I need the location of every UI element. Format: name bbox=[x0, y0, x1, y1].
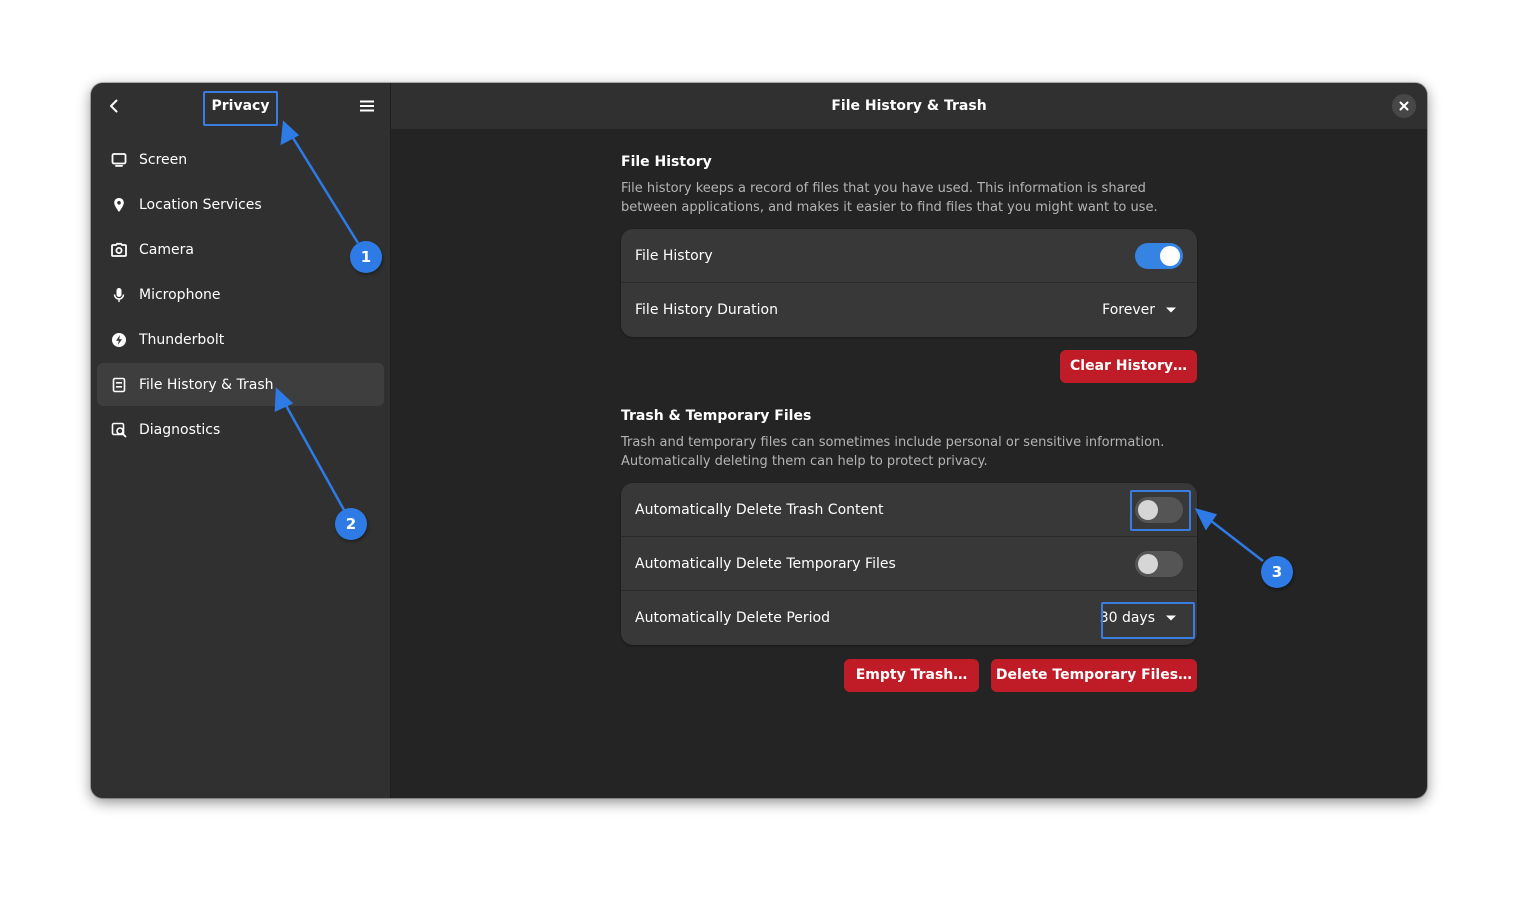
annotation-arrowhead-2 bbox=[274, 387, 294, 413]
annotation-arrows bbox=[274, 120, 1264, 562]
annotation-arrow-2 bbox=[281, 399, 346, 511]
annotation-arrowhead-3 bbox=[1194, 508, 1218, 531]
annotation-arrow-1 bbox=[288, 132, 360, 244]
annotation-arrow-3 bbox=[1205, 516, 1264, 562]
annotation-badge-3: 3 bbox=[1261, 556, 1293, 588]
annotation-badge-1: 1 bbox=[350, 241, 382, 273]
annotation-badge-2: 2 bbox=[335, 508, 367, 540]
